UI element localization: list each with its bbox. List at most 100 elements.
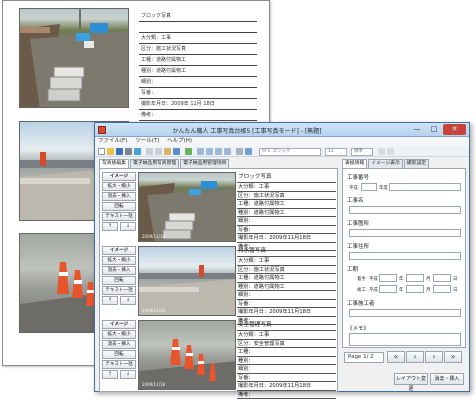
menu-tools[interactable]: ツール(T) [132, 137, 162, 146]
preview-icon[interactable] [134, 148, 141, 155]
move-up-button[interactable]: ↑ [102, 370, 118, 379]
prev-page-button[interactable]: ‹ [406, 351, 424, 363]
record-field[interactable]: 区分：施工状況写真 [237, 266, 336, 274]
fiscal-year-input[interactable] [361, 183, 377, 191]
start-month-input[interactable] [406, 274, 424, 282]
record-title[interactable]: 安全管理写真 [237, 320, 336, 331]
text-batch-button[interactable]: テキスト一括 [102, 360, 136, 369]
record-title[interactable]: 排水管写真 [237, 246, 336, 257]
size-select[interactable]: 12 [325, 148, 347, 156]
paste-icon[interactable] [164, 148, 171, 155]
first-arrow-icon[interactable] [197, 148, 204, 155]
tab-manage-items[interactable]: 電子納品用管理項目 [180, 159, 230, 168]
contractor-input[interactable] [349, 309, 461, 317]
zoom-button[interactable]: 拡大・縮小 [102, 330, 136, 339]
record-field[interactable]: 大分類：工事 [237, 183, 336, 192]
record-field[interactable]: 細別： [237, 365, 336, 374]
record-field[interactable]: 細別： [237, 217, 336, 226]
memo-input[interactable] [349, 333, 461, 346]
move-down-button[interactable]: ↓ [120, 370, 136, 379]
close-button[interactable]: ✕ [443, 124, 466, 135]
move-down-button[interactable]: ↓ [120, 222, 136, 231]
erase-insert-button[interactable]: 消去・挿入 [102, 340, 136, 349]
record-field[interactable]: 種別：道路付属物工 [237, 283, 336, 291]
record-photo[interactable]: 2009/11/18 [138, 172, 236, 242]
zoom-button[interactable]: 拡大・縮小 [102, 256, 136, 265]
menu-file[interactable]: ファイル(F) [95, 137, 130, 146]
start-year-input[interactable] [379, 274, 397, 282]
record-field[interactable]: 細別： [237, 291, 336, 300]
italic-icon[interactable] [387, 148, 394, 155]
tab-shoot-settings[interactable]: 撮影設定 [403, 159, 430, 168]
tab-image-view[interactable]: イメージ表示 [368, 159, 403, 168]
print-icon[interactable] [125, 148, 132, 155]
last-page-button[interactable]: » [444, 351, 462, 363]
end-day-input[interactable] [433, 285, 451, 293]
record-photo[interactable]: 2009/11/18 [138, 246, 236, 316]
rotate-button[interactable]: 回転 [102, 276, 136, 285]
maximize-button[interactable]: □ [426, 124, 442, 135]
photo-icon[interactable] [185, 148, 192, 155]
record-field[interactable]: 大分類：工事 [237, 257, 336, 266]
record-field[interactable]: 種別：道路付属物工 [237, 209, 336, 217]
record-field[interactable]: 工種：道路付属物工 [237, 200, 336, 209]
record-field[interactable]: 撮影年月日：2009年11月18日 [237, 382, 336, 391]
record-field[interactable]: 撮影年月日：2009年11月18日 [237, 308, 336, 317]
next-page-button[interactable]: › [425, 351, 443, 363]
first-page-button[interactable]: « [387, 351, 405, 363]
record-field[interactable]: 撮影年月日：2009年11月18日 [237, 234, 336, 243]
record-photo[interactable]: 2009/11/18 [138, 320, 236, 390]
project-number-input[interactable] [389, 183, 461, 191]
record-field[interactable]: 工種： [237, 348, 336, 357]
move-up-button[interactable]: ↑ [102, 222, 118, 231]
record-field[interactable]: 備考： [237, 391, 336, 399]
image-button[interactable]: イメージ [102, 246, 136, 255]
help-icon[interactable] [245, 148, 252, 155]
end-month-input[interactable] [406, 285, 424, 293]
prev-arrow-icon[interactable] [206, 148, 213, 155]
zoom-button[interactable]: 拡大・縮小 [102, 182, 136, 191]
color-select[interactable]: 標準 [351, 148, 373, 156]
tab-cover-info[interactable]: 表紙情報 [342, 159, 368, 168]
project-site-input[interactable] [349, 229, 461, 237]
erase-insert-page-button[interactable]: 消去・挿入 [430, 373, 464, 385]
move-up-button[interactable]: ↑ [102, 296, 118, 305]
settings-icon[interactable] [236, 148, 243, 155]
save-icon[interactable] [116, 148, 123, 155]
record-field[interactable]: 写番： [237, 300, 336, 308]
tab-photo-edit[interactable]: 写真帳編集 [99, 159, 129, 168]
next-arrow-icon[interactable] [215, 148, 222, 155]
copy-icon[interactable] [155, 148, 162, 155]
font-select[interactable]: ＭＳ ゴシック [259, 148, 321, 156]
last-arrow-icon[interactable] [224, 148, 231, 155]
record-field[interactable]: 区分：施工状況写真 [237, 192, 336, 200]
text-batch-button[interactable]: テキスト一括 [102, 212, 136, 221]
record-title[interactable]: ブロック写真 [237, 172, 336, 183]
rotate-button[interactable]: 回転 [102, 350, 136, 359]
project-address-input[interactable] [349, 252, 461, 260]
erase-insert-button[interactable]: 消去・挿入 [102, 192, 136, 201]
undo-icon[interactable] [173, 148, 180, 155]
start-day-input[interactable] [433, 274, 451, 282]
erase-insert-button[interactable]: 消去・挿入 [102, 266, 136, 275]
text-batch-button[interactable]: テキスト一括 [102, 286, 136, 295]
record-field[interactable]: 写番： [237, 226, 336, 234]
open-folder-icon[interactable] [107, 148, 114, 155]
menu-help[interactable]: ヘルプ(H) [164, 137, 195, 146]
title-bar[interactable]: かんたん職人 工事写真台帳5 [工事写真モード] - [無題] — □ ✕ [95, 123, 469, 137]
minimize-button[interactable]: — [409, 124, 425, 135]
image-button[interactable]: イメージ [102, 172, 136, 181]
move-down-button[interactable]: ↓ [120, 296, 136, 305]
project-name-input[interactable] [349, 206, 461, 214]
record-field[interactable]: 写番： [237, 374, 336, 382]
end-year-input[interactable] [379, 285, 397, 293]
change-layout-button[interactable]: レイアウト変更 [394, 373, 428, 392]
bold-icon[interactable] [378, 148, 385, 155]
record-field[interactable]: 工種：道路付属物工 [237, 274, 336, 283]
new-file-icon[interactable] [98, 148, 105, 155]
record-field[interactable]: 種別： [237, 357, 336, 365]
cut-icon[interactable] [146, 148, 153, 155]
tab-photo-manage[interactable]: 電子納品用写真管理 [130, 159, 180, 168]
record-field[interactable]: 区分：安全管理写真 [237, 340, 336, 348]
record-field[interactable]: 大分類：工事 [237, 331, 336, 340]
